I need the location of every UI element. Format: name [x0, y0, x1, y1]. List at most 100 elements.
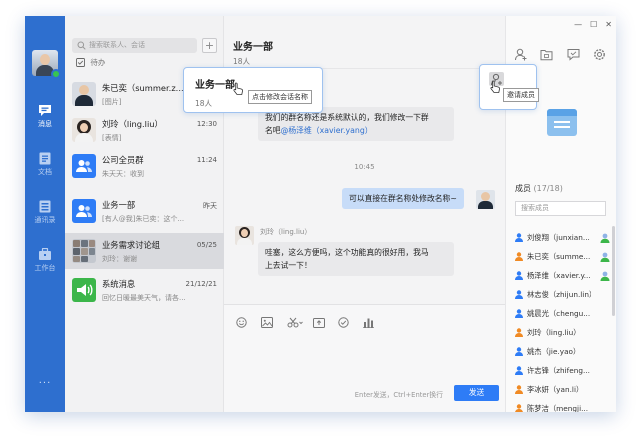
todo-entry[interactable]: 待办: [76, 58, 105, 68]
chat-time: 11:24: [196, 156, 217, 164]
person-icon: [515, 366, 523, 375]
screenshot-scissors-icon[interactable]: [287, 317, 303, 328]
member-role-badge-icon: [600, 251, 610, 268]
close-icon[interactable]: ✕: [605, 20, 612, 29]
message-text: 上去试一下！: [265, 261, 312, 270]
send-button[interactable]: 发送: [454, 385, 499, 401]
member-name: 刘俊翔（junxian...: [527, 233, 590, 242]
more-icon[interactable]: ···: [25, 378, 65, 389]
group-photo-avatar: [72, 239, 96, 263]
chat-name: 系统消息: [102, 279, 136, 289]
nav-item-contacts[interactable]: 通讯录: [25, 200, 65, 236]
nav-item-workbench[interactable]: 工作台: [25, 248, 65, 284]
member-row[interactable]: 许志锋（zhifeng...: [515, 362, 610, 379]
person-icon: [515, 309, 523, 318]
person-icon: [515, 290, 523, 299]
mention-link[interactable]: @杨泽维（xavier.yang）: [281, 126, 373, 135]
chat-item[interactable]: 业务一部 昨天 [有人@我]朱已奕：这个...: [65, 193, 224, 229]
add-button[interactable]: +: [202, 38, 217, 53]
settings-gear-icon[interactable]: [593, 48, 606, 61]
file-upload-icon[interactable]: [313, 317, 325, 328]
member-row[interactable]: 刘玲（ling.liu）: [515, 324, 610, 341]
chat-preview: 刘玲：谢谢: [102, 255, 137, 263]
chat-time: 昨天: [203, 202, 217, 210]
check-circle-icon[interactable]: [338, 317, 349, 328]
nav-item-messages[interactable]: 消息: [25, 104, 65, 140]
chat-avatar: [72, 118, 96, 142]
member-search-input[interactable]: 搜索成员: [515, 201, 606, 216]
system-avatar: [72, 278, 96, 302]
person-icon: [515, 404, 523, 412]
search-icon: [77, 41, 86, 50]
group-icon: [76, 205, 92, 217]
person-icon: [515, 252, 523, 261]
member-name: 杨泽维（xavier.y...: [527, 271, 591, 280]
maximize-icon[interactable]: ☐: [590, 20, 597, 29]
message-avatar[interactable]: [476, 190, 495, 209]
online-status-icon: [51, 69, 61, 79]
chat-preview: [表情]: [102, 134, 122, 142]
image-icon[interactable]: [261, 317, 273, 328]
nav-item-documents[interactable]: 文档: [25, 152, 65, 188]
member-row[interactable]: 朱已奕（summe...: [515, 248, 610, 265]
person-icon: [515, 233, 523, 242]
message-bubble-own: 可以直接在群名称处修改名称~: [342, 188, 464, 209]
person-icon: [515, 347, 523, 356]
left-nav: 消息 文档 通讯录 工作台 ···: [25, 16, 65, 412]
chat-item[interactable]: 公司全员群 11:24 朱天天：收到: [65, 148, 224, 184]
nav-label: 文档: [38, 168, 52, 176]
callout-title[interactable]: 业务一部: [195, 76, 235, 91]
search-placeholder: 搜索联系人、会话: [89, 41, 145, 49]
callout-count: 18人: [195, 99, 213, 108]
chat-name: 业务需求讨论组: [102, 240, 161, 250]
chat-item-selected[interactable]: 业务需求讨论组 05/25 刘玲：谢谢: [65, 233, 224, 269]
todo-icon: [76, 58, 85, 67]
contact-search-input[interactable]: 搜索联系人、会话: [72, 38, 197, 53]
member-row[interactable]: 林志俊（zhijun.lin）: [515, 286, 610, 303]
member-row[interactable]: 陈梦洁（mengji...: [515, 400, 610, 412]
message-icon: [39, 105, 51, 116]
members-scrollbar[interactable]: [612, 226, 615, 316]
group-doc-icon[interactable]: [547, 109, 577, 136]
message-composer[interactable]: Enter发送，Ctrl+Enter换行 发送: [224, 305, 505, 412]
invite-callout: [479, 64, 537, 110]
invite-member-icon[interactable]: [514, 48, 527, 61]
chat-preview: 回忆日暖最美天气，请各...: [102, 294, 186, 302]
person-icon: [515, 385, 523, 394]
members-title: 成员 (17/18): [515, 183, 563, 194]
message-avatar[interactable]: [235, 226, 254, 245]
chat-item[interactable]: 刘玲（ling.liu） 12:30 [表情]: [65, 112, 224, 148]
group-icon: [76, 160, 92, 172]
chat-item[interactable]: 系统消息 21/12/21 回忆日暖最美天气，请各...: [65, 272, 224, 308]
member-name: 陈梦洁（mengji...: [527, 404, 589, 412]
group-avatar: [72, 199, 96, 223]
member-row[interactable]: 李冰妍（yan.li）: [515, 381, 610, 398]
member-role-badge-icon: [600, 232, 610, 249]
message-bubble: 哇塞，这么方便吗，这个功能真的很好用，我马 上去试一下！: [258, 242, 454, 276]
person-icon: [515, 271, 523, 280]
folder-icon[interactable]: [540, 48, 553, 61]
chat-name: 朱已奕（summer.z...: [102, 83, 184, 93]
nav-label: 通讯录: [34, 216, 56, 224]
nav-label: 消息: [38, 120, 52, 128]
member-row[interactable]: 姚晨光（chengu...: [515, 305, 610, 322]
minimize-icon[interactable]: —: [574, 20, 582, 29]
member-row[interactable]: 杨泽维（xavier.y...: [515, 267, 610, 284]
time-divider: 10:45: [354, 163, 375, 171]
member-row[interactable]: 姚杰（jie.yao）: [515, 343, 610, 360]
my-avatar[interactable]: [32, 50, 61, 79]
workbench-icon: [39, 248, 51, 260]
members-label: 成员: [515, 184, 531, 193]
conversation-title[interactable]: 业务一部: [233, 38, 273, 53]
chat-bubble-icon[interactable]: [567, 48, 580, 61]
chat-time: 21/12/21: [185, 280, 217, 288]
member-name: 朱已奕（summe...: [527, 252, 591, 261]
emoji-icon[interactable]: [236, 317, 247, 328]
members-count: (17/18): [533, 184, 563, 193]
chat-avatar: [72, 82, 96, 106]
bar-chart-icon[interactable]: [363, 317, 374, 328]
cursor-hand-icon: [490, 80, 500, 93]
member-row[interactable]: 刘俊翔（junxian...: [515, 229, 610, 246]
todo-label: 待办: [90, 58, 106, 67]
send-hint: Enter发送，Ctrl+Enter换行: [354, 391, 443, 399]
